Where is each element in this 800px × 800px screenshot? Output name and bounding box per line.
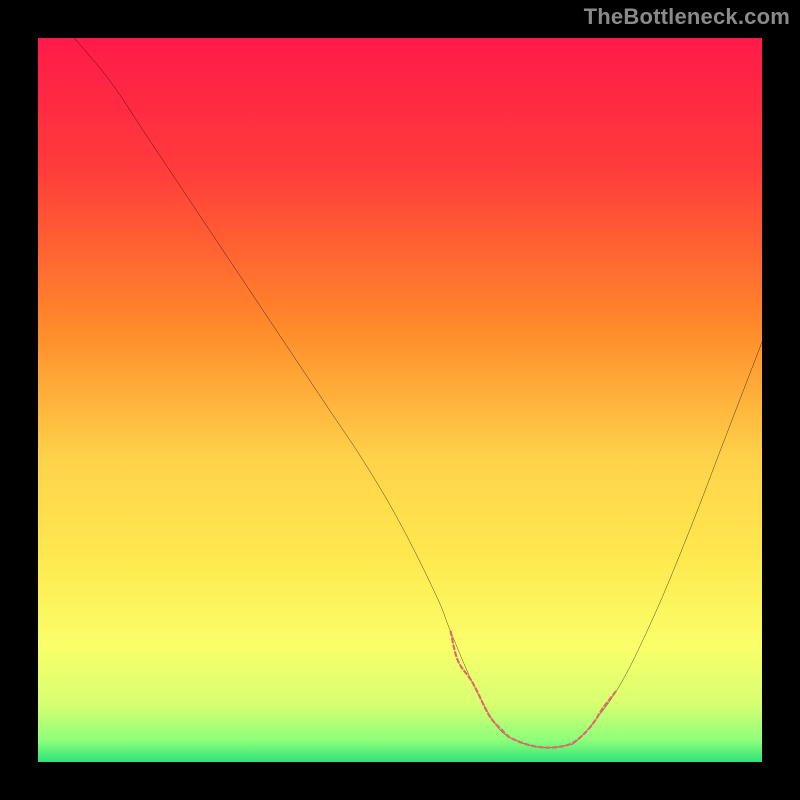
gradient-background xyxy=(38,38,762,762)
bottleneck-chart xyxy=(38,38,762,762)
attribution-label: TheBottleneck.com xyxy=(584,4,790,30)
chart-container: TheBottleneck.com xyxy=(0,0,800,800)
